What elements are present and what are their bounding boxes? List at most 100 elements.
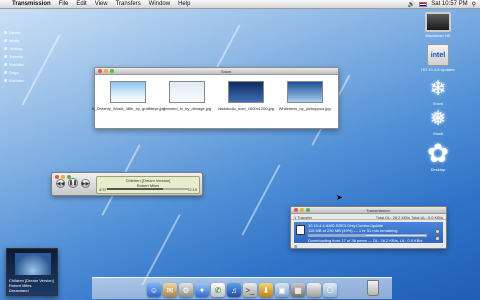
menu-window[interactable]: Window (149, 1, 170, 7)
action-gear-icon[interactable]: ⚙ (294, 244, 298, 249)
resize-grip-icon[interactable]: ⋰ (439, 244, 443, 249)
desktop-icon-stock[interactable]: ❅ Stock (398, 108, 478, 136)
mail-dock-icon[interactable]: ✉ (163, 283, 177, 297)
menu-help[interactable]: Help (178, 1, 190, 7)
torrent-file-icon (296, 225, 305, 235)
volume-icon[interactable]: 🔊 (408, 1, 415, 8)
next-icon[interactable]: ▶▶ (81, 179, 90, 188)
sidebar-item[interactable]: Dogs (4, 68, 24, 76)
elapsed-time: 4:57 (99, 187, 107, 192)
folder-icon (4, 46, 7, 50)
menu-clock[interactable]: Sat 10:57 PM (431, 1, 467, 7)
song-progress-fill (107, 188, 163, 190)
safari-dock-icon[interactable]: ✦ (195, 283, 209, 297)
file-item[interactable]: vladstudio_noel_1600x1200.jpg (218, 81, 274, 111)
file-name: Whiteness_by_pickuppoo.jpg (278, 106, 331, 111)
desktop-sidebar: Dexter family Jerking Trevess Rubbles Do… (4, 28, 24, 84)
trash-icon[interactable] (367, 280, 379, 296)
transfer-stats: 1 Transfer Total DL: 26.2 KB/s Total UL:… (291, 214, 446, 220)
installer-icon: intel (427, 44, 449, 66)
transmission-window: Transmission 1 Transfer Total DL: 26.2 K… (290, 206, 447, 249)
itunes-dock-icon[interactable]: ♫ (227, 283, 241, 297)
reveal-torrent-button[interactable] (435, 236, 440, 241)
desktop-icon-label: Macintosh HD (425, 33, 451, 38)
desktop-icon-label: HG 10.4.8 Updater (421, 67, 455, 72)
dock: ☺ ✉ ⚙ ✦ ✆ ♫ >_ ⬇ ▣ ▦ ⎔ (92, 277, 392, 299)
pause-icon[interactable]: ❚❚ (68, 178, 78, 188)
transmission-footer: ⚙ ⋰ (291, 243, 446, 249)
desktop-icon-desktop[interactable]: ✿ Desktop (398, 140, 478, 172)
finder-titlebar[interactable]: Snow (95, 68, 338, 75)
sidebar-item-label: family (9, 37, 20, 43)
desktop-icon-label: Desktop (430, 167, 446, 172)
album-cover (15, 253, 51, 275)
close-button[interactable] (98, 69, 102, 73)
menu-view[interactable]: View (95, 1, 108, 7)
terminal-dock-icon[interactable]: >_ (243, 283, 257, 297)
finder-dock-icon[interactable]: ☺ (147, 283, 161, 297)
minimize-button[interactable] (300, 208, 304, 212)
mouse-cursor-icon: ➤ (336, 193, 343, 202)
menu-app-name[interactable]: Transmission (12, 1, 51, 7)
sidebar-item[interactable]: family (4, 36, 24, 44)
pause-torrent-button[interactable] (435, 229, 440, 234)
torrent-progress-bar (308, 234, 427, 237)
desktop-icon-macintosh-hd[interactable]: Macintosh HD (398, 12, 478, 38)
file-item[interactable]: A_Dreamy_World_48th_by_graffiteye.jpg (92, 81, 165, 111)
sidebar-item-label: Dexter (9, 29, 21, 35)
desktop-icon-updater[interactable]: intel HG 10.4.8 Updater (398, 44, 478, 72)
desktop-icon-label: Snow (432, 101, 443, 106)
sidebar-item[interactable]: Jerking (4, 44, 24, 52)
bg-streak (21, 34, 61, 106)
folder-icon (4, 70, 7, 74)
calculator-dock-icon[interactable]: ▦ (291, 283, 305, 297)
transfer-count: 1 Transfer (294, 215, 313, 220)
album-text: Children [Dream Version] Robert Miles Dr… (9, 278, 54, 293)
folder-icon (4, 38, 7, 42)
transmission-titlebar[interactable]: Transmission (291, 207, 446, 214)
sidebar-item-label: Jerking (9, 45, 22, 51)
menu-edit[interactable]: Edit (76, 1, 86, 7)
bg-streak (141, 214, 181, 286)
folder-icon (4, 30, 7, 34)
file-item[interactable]: Whiteness_by_pickuppoo.jpg (277, 81, 333, 111)
transmission-dock-icon[interactable]: ⬇ (259, 283, 273, 297)
sidebar-item[interactable]: Rubbles (4, 60, 24, 68)
input-flag-icon[interactable] (419, 1, 428, 7)
file-name: vladstudio_noel_1600x1200.jpg (217, 106, 275, 111)
album-art-widget[interactable]: Children [Dream Version] Robert Miles Dr… (6, 248, 58, 296)
remaining-time: -2:19 (187, 187, 197, 192)
song-progress-bar[interactable] (107, 188, 189, 190)
sidebar-item-label: Dogs (9, 69, 19, 75)
sidebar-item-label: Trevess (9, 53, 24, 59)
menu-file[interactable]: File (59, 1, 69, 7)
window-controls (98, 69, 114, 73)
system-preferences-dock-icon[interactable]: ⚙ (179, 283, 193, 297)
apple-dock-icon[interactable] (307, 283, 321, 297)
finder-title: Snow (220, 68, 231, 74)
snowflake-icon: ✿ (427, 138, 449, 168)
spotlight-icon[interactable]: ⚲ (472, 1, 476, 8)
torrent-row[interactable]: 10.10.4.4.AMD.SSE3.Only.Combo.Update 115… (294, 222, 443, 243)
image-file-icon (169, 81, 206, 103)
menu-bar: Transmission File Edit View Transfers Wi… (0, 0, 480, 9)
preview-dock-icon[interactable]: ▣ (275, 283, 289, 297)
hard-drive-icon (425, 12, 451, 32)
ichat-dock-icon[interactable]: ✆ (211, 283, 225, 297)
close-button[interactable] (294, 208, 298, 212)
menu-transfers[interactable]: Transfers (116, 1, 141, 7)
image-file-icon (227, 81, 264, 103)
downloads-stack-dock-icon[interactable]: ⎔ (323, 283, 337, 297)
desktop-icon-snow[interactable]: ❄ Snow (398, 78, 478, 106)
folder-icon (4, 62, 7, 66)
snowflake-icon: ❄ (429, 78, 447, 100)
sidebar-item[interactable]: Rubbles (4, 76, 24, 84)
minimize-button[interactable] (104, 69, 108, 73)
bg-streak (241, 164, 281, 236)
image-file-icon (110, 81, 147, 103)
folder-icon (4, 78, 7, 82)
previous-icon[interactable]: ◀◀ (56, 179, 65, 188)
sidebar-item[interactable]: Trevess (4, 52, 24, 60)
sidebar-item[interactable]: Dexter (4, 28, 24, 36)
file-item[interactable]: Snowed_in_by_dimage.jpg (159, 81, 215, 111)
